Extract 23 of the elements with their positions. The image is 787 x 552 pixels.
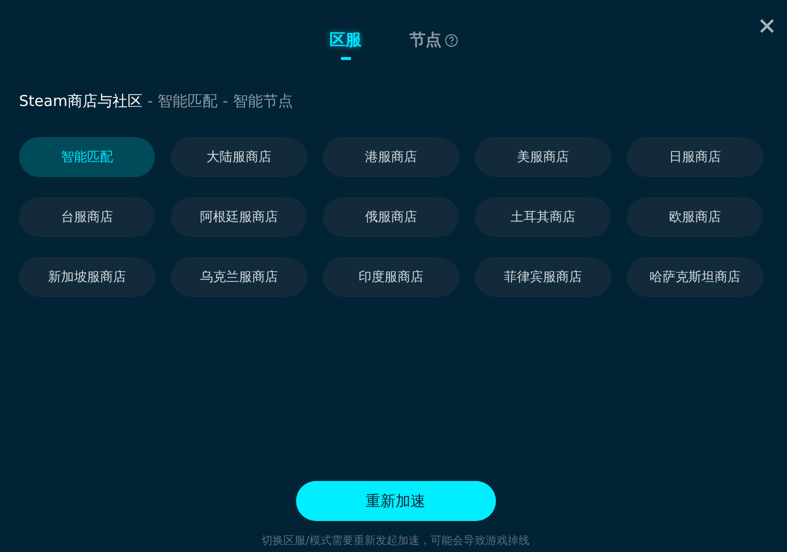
breadcrumb-part: - 智能匹配 [147,92,218,110]
region-option[interactable]: 日服商店 [627,137,763,177]
game-title: Steam商店与社区 [19,92,142,110]
close-icon [760,19,774,33]
reaccelerate-button[interactable]: 重新加速 [296,481,496,521]
region-option[interactable]: 新加坡服商店 [19,257,155,297]
region-option[interactable]: 欧服商店 [627,197,763,237]
warning-note: 切换区服/模式需要重新发起加速，可能会导致游戏掉线 [262,533,530,548]
region-option[interactable]: 菲律宾服商店 [475,257,611,297]
region-option[interactable]: 智能匹配 [19,137,155,177]
region-option[interactable]: 乌克兰服商店 [171,257,307,297]
region-option[interactable]: 大陆服商店 [171,137,307,177]
tab[interactable]: 区服 [330,30,362,60]
breadcrumb-part: - 智能节点 [222,92,293,110]
region-option[interactable]: 俄服商店 [323,197,459,237]
region-option[interactable]: 哈萨克斯坦商店 [627,257,763,297]
region-option[interactable]: 土耳其商店 [475,197,611,237]
region-option[interactable]: 印度服商店 [323,257,459,297]
region-option[interactable]: 阿根廷服商店 [171,197,307,237]
tab[interactable]: 节点 [410,30,458,60]
region-option[interactable]: 美服商店 [475,137,611,177]
region-option[interactable]: 台服商店 [19,197,155,237]
region-option[interactable]: 港服商店 [323,137,459,177]
